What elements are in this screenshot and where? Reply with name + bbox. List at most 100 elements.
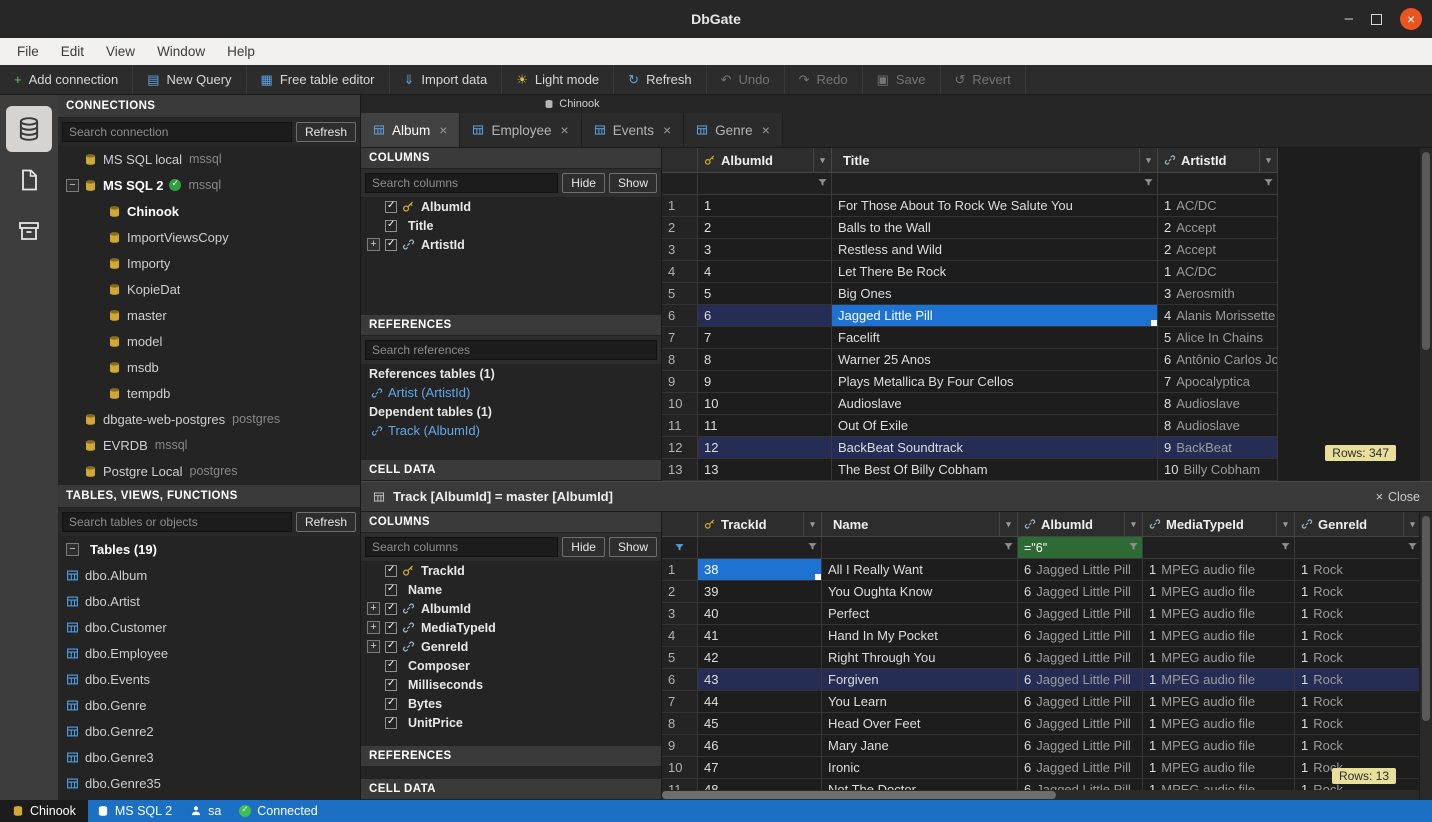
horizontal-scrollbar[interactable] xyxy=(662,790,1420,800)
scrollbar-thumb[interactable] xyxy=(1422,516,1430,721)
table-row[interactable]: 9 9 Plays Metallica By Four Cellos 7Apoc… xyxy=(662,371,1432,393)
expand-icon[interactable] xyxy=(90,361,103,374)
expand-icon[interactable] xyxy=(90,283,103,296)
cell-title[interactable]: Big Ones xyxy=(832,283,1158,305)
filter-cell-albumid[interactable] xyxy=(698,173,832,195)
cell-title[interactable]: Facelift xyxy=(832,327,1158,349)
tab-close-icon[interactable]: × xyxy=(663,122,671,138)
row-number-cell[interactable]: 1 xyxy=(662,559,698,581)
funnel-icon[interactable] xyxy=(807,541,818,552)
column-header[interactable]: Name ▾ xyxy=(822,512,1018,537)
column-item[interactable]: + MediaTypeId xyxy=(361,618,661,637)
filter-corner-cell[interactable] xyxy=(662,537,698,559)
expand-icon[interactable] xyxy=(90,231,103,244)
funnel-icon[interactable] xyxy=(674,542,685,553)
cell-albumid[interactable]: 6 xyxy=(698,305,832,327)
tab-close-icon[interactable]: × xyxy=(762,122,770,138)
expand-icon[interactable] xyxy=(367,659,380,672)
toolbar-button[interactable]: + Add connection xyxy=(0,65,133,94)
cell-name[interactable]: Mary Jane xyxy=(822,735,1018,757)
cell-albumid[interactable]: 9 xyxy=(698,371,832,393)
menu-item[interactable]: File xyxy=(6,38,50,65)
reference-item[interactable]: Track (AlbumId) xyxy=(361,421,661,440)
expand-icon[interactable] xyxy=(90,309,103,322)
expand-icon[interactable]: − xyxy=(66,179,79,192)
expand-icon[interactable] xyxy=(66,465,79,478)
search-connection-input[interactable] xyxy=(62,122,292,142)
cell-trackid[interactable]: 45 xyxy=(698,713,822,735)
table-row[interactable]: 10 10 Audioslave 8Audioslave xyxy=(662,393,1432,415)
row-number-cell[interactable]: 1 xyxy=(662,195,698,217)
row-number-cell[interactable]: 11 xyxy=(662,415,698,437)
row-number-cell[interactable]: 10 xyxy=(662,393,698,415)
cell-mediatypeid[interactable]: 1MPEG audio file xyxy=(1143,581,1295,603)
cell-albumid[interactable]: 8 xyxy=(698,349,832,371)
search-columns-input[interactable] xyxy=(365,537,558,557)
scrollbar-thumb[interactable] xyxy=(1422,152,1430,350)
activity-bar-item[interactable] xyxy=(6,208,52,254)
column-header[interactable]: Title ▾ xyxy=(832,148,1158,173)
cell-mediatypeid[interactable]: 1MPEG audio file xyxy=(1143,735,1295,757)
show-button[interactable]: Show xyxy=(609,173,657,193)
hide-button[interactable]: Hide xyxy=(562,537,605,557)
cell-artistid[interactable]: 3Aerosmith xyxy=(1158,283,1278,305)
cell-mediatypeid[interactable]: 1MPEG audio file xyxy=(1143,625,1295,647)
cell-name[interactable]: Hand In My Pocket xyxy=(822,625,1018,647)
filter-cell-name[interactable] xyxy=(822,537,1018,559)
table-row[interactable]: 6 43 Forgiven 6Jagged Little Pill 1MPEG … xyxy=(662,669,1432,691)
connection-item[interactable]: master xyxy=(58,302,360,328)
column-header[interactable]: ArtistId ▾ xyxy=(1158,148,1278,173)
cell-title[interactable]: Audioslave xyxy=(832,393,1158,415)
cell-mediatypeid[interactable]: 1MPEG audio file xyxy=(1143,603,1295,625)
expand-icon[interactable] xyxy=(66,413,79,426)
cell-trackid[interactable]: 42 xyxy=(698,647,822,669)
tab[interactable]: Events × xyxy=(582,113,684,147)
table-row[interactable]: 4 4 Let There Be Rock 1AC/DC xyxy=(662,261,1432,283)
table-item[interactable]: dbo.Customer xyxy=(58,614,360,640)
column-checkbox[interactable] xyxy=(385,584,397,596)
funnel-icon[interactable] xyxy=(1263,177,1274,188)
connection-item[interactable]: MS SQL local mssql xyxy=(58,146,360,172)
cell-artistid[interactable]: 2Accept xyxy=(1158,217,1278,239)
expand-icon[interactable] xyxy=(90,205,103,218)
funnel-icon[interactable] xyxy=(817,177,828,188)
toolbar-button[interactable]: ↶ Undo xyxy=(707,65,785,94)
cell-albumid[interactable]: 6Jagged Little Pill xyxy=(1018,669,1143,691)
grid-corner-cell[interactable] xyxy=(662,512,698,537)
table-row[interactable]: 10 47 Ironic 6Jagged Little Pill 1MPEG a… xyxy=(662,757,1432,779)
column-item[interactable]: + AlbumId xyxy=(361,599,661,618)
column-item[interactable]: Milliseconds xyxy=(361,675,661,694)
filter-cell-mediatypeid[interactable] xyxy=(1143,537,1295,559)
cell-title[interactable]: Warner 25 Anos xyxy=(832,349,1158,371)
table-row[interactable]: 7 7 Facelift 5Alice In Chains xyxy=(662,327,1432,349)
close-icon[interactable]: × xyxy=(1400,8,1422,30)
toolbar-button[interactable]: ▦ Free table editor xyxy=(247,65,390,94)
cell-genreid[interactable]: 1Rock xyxy=(1295,603,1422,625)
cell-genreid[interactable]: 1Rock xyxy=(1295,625,1422,647)
column-item[interactable]: Composer xyxy=(361,656,661,675)
table-row[interactable]: 5 5 Big Ones 3Aerosmith xyxy=(662,283,1432,305)
cell-albumid[interactable]: 6Jagged Little Pill xyxy=(1018,757,1143,779)
cell-name[interactable]: Right Through You xyxy=(822,647,1018,669)
connection-item[interactable]: Chinook xyxy=(58,198,360,224)
table-row[interactable]: 8 45 Head Over Feet 6Jagged Little Pill … xyxy=(662,713,1432,735)
cell-mediatypeid[interactable]: 1MPEG audio file xyxy=(1143,713,1295,735)
column-menu-chevron-icon[interactable]: ▾ xyxy=(999,512,1017,536)
cell-artistid[interactable]: 4Alanis Morissette xyxy=(1158,305,1278,327)
expand-icon[interactable] xyxy=(90,257,103,270)
column-item[interactable]: + GenreId xyxy=(361,637,661,656)
cell-albumid[interactable]: 6Jagged Little Pill xyxy=(1018,603,1143,625)
cell-artistid[interactable]: 10Billy Cobham xyxy=(1158,459,1278,481)
table-row[interactable]: 3 40 Perfect 6Jagged Little Pill 1MPEG a… xyxy=(662,603,1432,625)
menu-item[interactable]: View xyxy=(95,38,146,65)
table-row[interactable]: 1 38 All I Really Want 6Jagged Little Pi… xyxy=(662,559,1432,581)
cell-name[interactable]: Head Over Feet xyxy=(822,713,1018,735)
row-number-cell[interactable]: 7 xyxy=(662,327,698,349)
expand-icon[interactable] xyxy=(367,564,380,577)
column-header[interactable]: MediaTypeId ▾ xyxy=(1143,512,1295,537)
column-header[interactable]: AlbumId ▾ xyxy=(698,148,832,173)
row-number-cell[interactable]: 7 xyxy=(662,691,698,713)
row-number-cell[interactable]: 4 xyxy=(662,625,698,647)
table-item[interactable]: dbo.Genre3 xyxy=(58,744,360,770)
reference-item[interactable]: References tables (1) xyxy=(361,364,661,383)
